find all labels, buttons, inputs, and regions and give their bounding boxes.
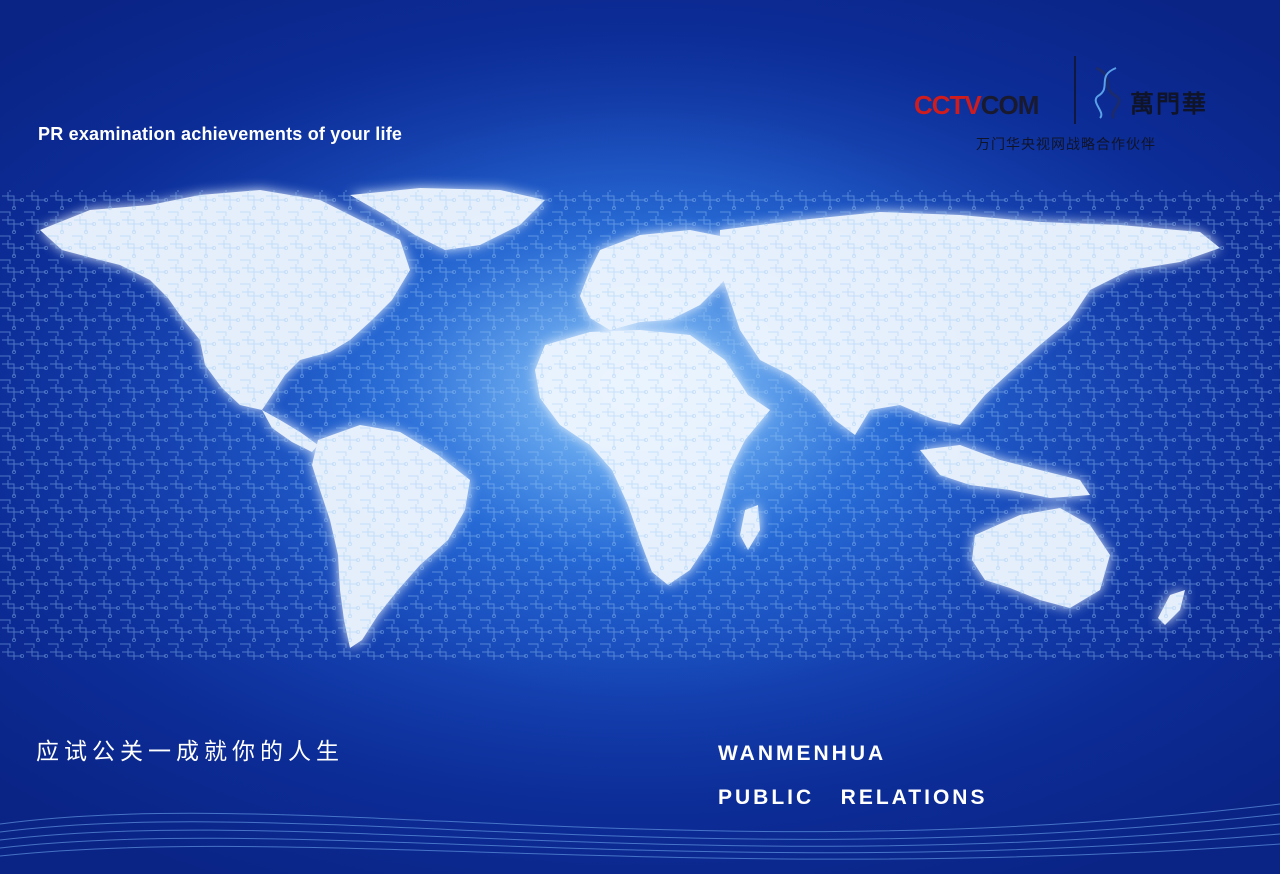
chinese-slogan: 应试公关一成就你的人生	[36, 739, 344, 765]
dna-helix-icon	[1094, 66, 1121, 120]
decorative-wave-lines	[0, 803, 1280, 860]
wanmenhua-logo-text: 萬門華	[1130, 89, 1208, 118]
cctv-logo: CCTVCOM	[914, 90, 1039, 120]
partner-logo: CCTVCOM 萬門華 万门华央视网战略合作伙伴	[908, 56, 1238, 153]
logo-divider	[1074, 56, 1076, 124]
partner-caption: 万门华央视网战略合作伙伴	[976, 137, 1156, 153]
poster: PR examination achievements of your life…	[0, 0, 1280, 874]
tagline: PR examination achievements of your life	[38, 124, 403, 144]
